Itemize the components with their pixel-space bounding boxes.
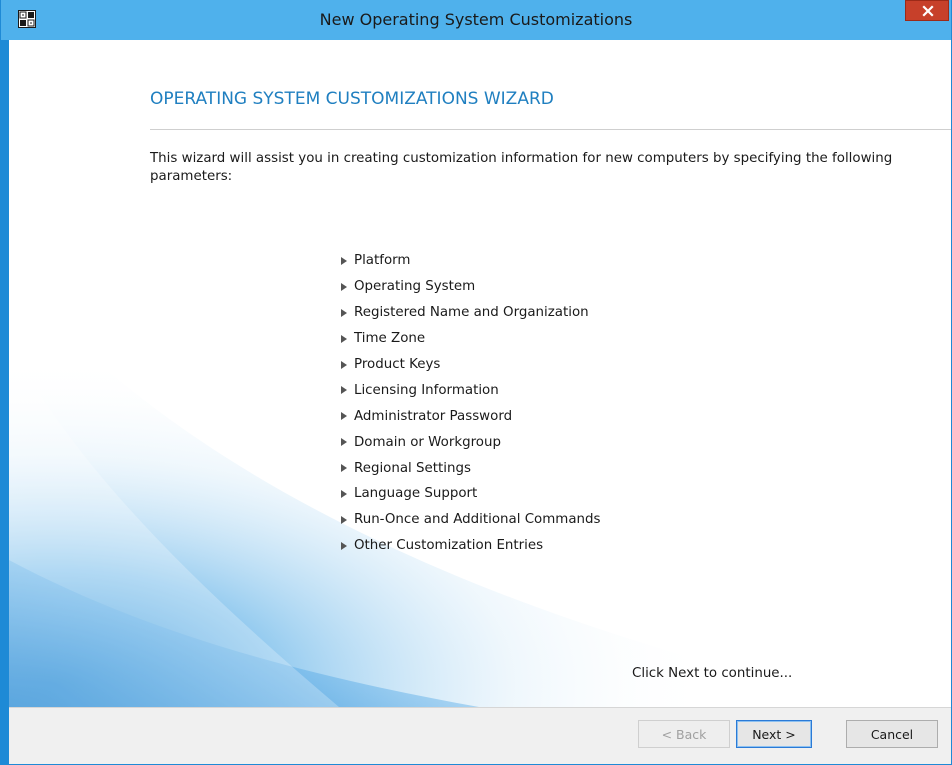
list-item: Administrator Password <box>341 403 601 429</box>
window-title: New Operating System Customizations <box>319 10 633 29</box>
triangle-right-icon <box>341 541 347 550</box>
parameter-label: Language Support <box>354 486 478 502</box>
parameter-label: Registered Name and Organization <box>354 305 589 321</box>
cancel-button[interactable]: Cancel <box>846 720 938 748</box>
triangle-right-icon <box>341 464 347 473</box>
next-button-label: Next > <box>752 726 796 742</box>
title-bar[interactable]: New Operating System Customizations <box>1 0 951 40</box>
close-button[interactable] <box>905 0 949 21</box>
parameter-label: Other Customization Entries <box>354 538 544 554</box>
list-item: Time Zone <box>341 326 601 352</box>
parameter-label: Domain or Workgroup <box>354 434 501 450</box>
list-item: Language Support <box>341 481 601 507</box>
list-item: Run-Once and Additional Commands <box>341 507 601 533</box>
wizard-heading: OPERATING SYSTEM CUSTOMIZATIONS WIZARD <box>150 89 554 109</box>
triangle-right-icon <box>341 256 347 265</box>
list-item: Domain or Workgroup <box>341 429 601 455</box>
parameter-label: Run-Once and Additional Commands <box>354 512 601 528</box>
triangle-right-icon <box>341 308 347 317</box>
triangle-right-icon <box>341 334 347 343</box>
list-item: Product Keys <box>341 352 601 378</box>
wizard-page: OPERATING SYSTEM CUSTOMIZATIONS WIZARD T… <box>9 40 951 707</box>
list-item: Registered Name and Organization <box>341 300 601 326</box>
close-icon <box>922 5 934 17</box>
parameter-list: Platform Operating System Registered Nam… <box>341 248 601 559</box>
triangle-right-icon <box>341 282 347 291</box>
list-item: Platform <box>341 248 601 274</box>
back-button[interactable]: < Back <box>638 720 730 748</box>
parameter-label: Operating System <box>354 279 476 295</box>
heading-divider <box>150 129 951 130</box>
parameter-label: Administrator Password <box>354 408 513 424</box>
list-item: Licensing Information <box>341 377 601 403</box>
parameter-label: Product Keys <box>354 357 441 372</box>
next-button[interactable]: Next > <box>736 720 812 748</box>
parameter-label: Licensing Information <box>354 382 499 398</box>
triangle-right-icon <box>341 489 347 498</box>
triangle-right-icon <box>341 515 347 524</box>
list-item: Other Customization Entries <box>341 533 601 559</box>
cancel-button-label: Cancel <box>870 726 914 742</box>
wizard-window: New Operating System Customizations OPER… <box>0 0 952 765</box>
triangle-right-icon <box>341 412 347 421</box>
parameter-label: Time Zone <box>354 331 426 347</box>
list-item: Operating System <box>341 274 601 300</box>
triangle-right-icon <box>341 386 347 395</box>
parameter-label: Platform <box>354 253 411 269</box>
back-button-label: < Back <box>661 726 707 742</box>
triangle-right-icon <box>341 438 347 447</box>
list-item: Regional Settings <box>341 455 601 481</box>
button-bar: < Back Next > Cancel <box>9 707 951 764</box>
wizard-intro-text: This wizard will assist you in creating … <box>150 151 893 184</box>
parameter-label: Regional Settings <box>354 460 471 476</box>
triangle-right-icon <box>341 360 347 369</box>
continue-hint: Click Next to continue... <box>632 666 793 681</box>
